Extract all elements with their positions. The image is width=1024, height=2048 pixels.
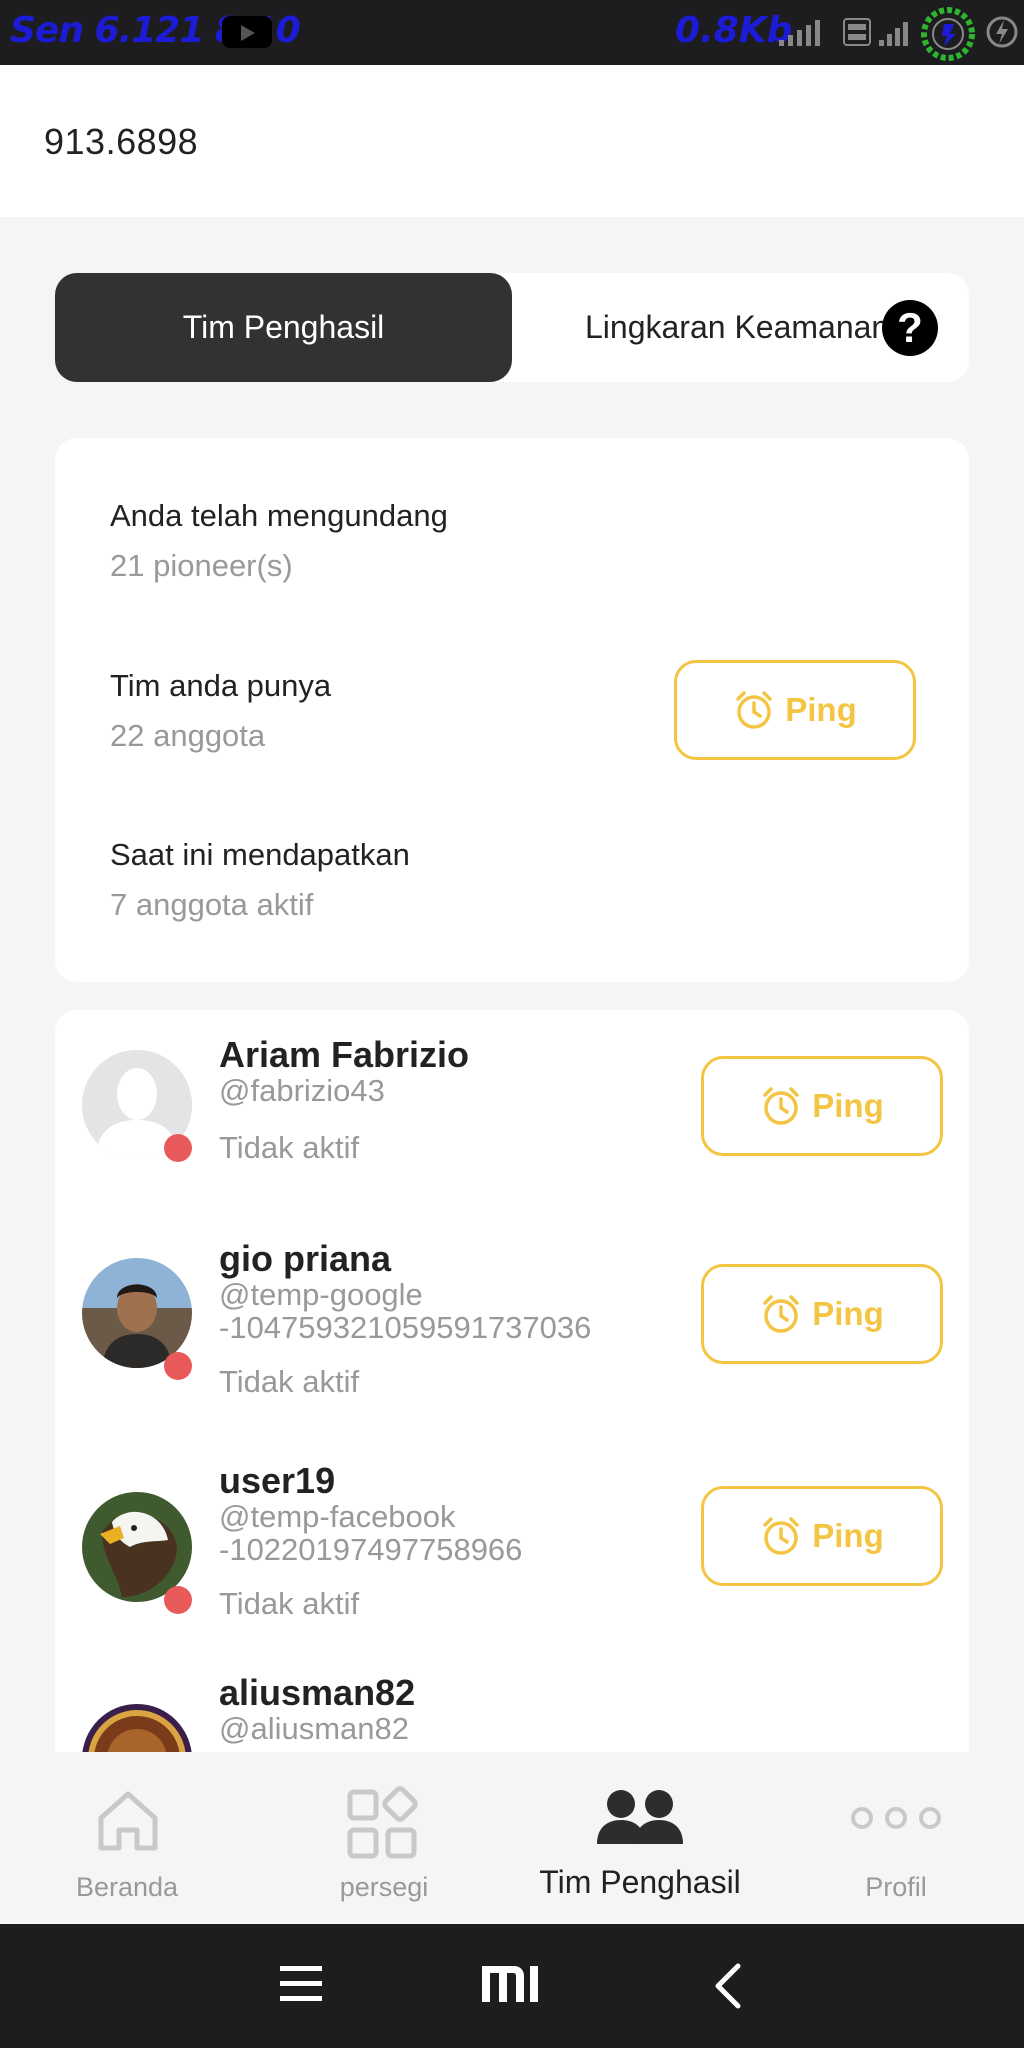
member-handle: @temp-google -104759321059591737036 (219, 1277, 592, 1345)
alarm-clock-icon (760, 1515, 802, 1557)
avatar (82, 1704, 192, 1752)
more-dots-icon (848, 1804, 944, 1837)
header: 913.6898 (0, 65, 1024, 217)
ping-button[interactable]: Ping (701, 1264, 943, 1364)
member-list: Ariam Fabrizio @fabrizio43 Tidak aktif P… (55, 1010, 969, 1752)
screen: Sen 6.121 8.10 0.8Kb 913.6898 Tim Pengha… (0, 0, 1024, 2048)
inactive-status-dot (164, 1352, 192, 1380)
balance-value: 913.6898 (44, 121, 199, 162)
list-item[interactable]: user19 @temp-facebook -10220197497758966… (55, 1440, 969, 1662)
member-name: Ariam Fabrizio (219, 1034, 470, 1075)
member-handle: @temp-facebook -10220197497758966 (219, 1499, 523, 1567)
team-icon (595, 1788, 685, 1853)
system-nav-bar (0, 1924, 1024, 2048)
youtube-icon (222, 16, 272, 48)
segment-tabs: Tim Penghasil Lingkaran Keamanan ? (55, 273, 969, 382)
stat-active: Saat ini mendapatkan 7 anggota aktif (110, 837, 410, 923)
nav-beranda[interactable]: Beranda (0, 1752, 256, 1924)
alarm-clock-icon (760, 1085, 802, 1127)
tab-tim-penghasil[interactable]: Tim Penghasil (55, 273, 512, 382)
signal-icon-2 (877, 18, 917, 48)
list-item[interactable]: gio priana @temp-google -104759321059591… (55, 1220, 969, 1440)
stat-team: Tim anda punya 22 anggota (110, 668, 331, 754)
list-item[interactable]: aliusman82 @aliusman82 (55, 1662, 969, 1752)
team-stats-card: Anda telah mengundang 21 pioneer(s) Tim … (55, 438, 969, 982)
member-status: Tidak aktif (219, 1130, 360, 1165)
grid-icon (346, 1786, 422, 1867)
volte-icon (843, 18, 871, 46)
ping-all-button[interactable]: Ping (674, 660, 916, 760)
nav-tim-penghasil[interactable]: Tim Penghasil (512, 1752, 768, 1924)
back-icon[interactable] (712, 1962, 742, 2015)
member-handle: @fabrizio43 (219, 1073, 385, 1108)
stat-invited-value: 21 pioneer(s) (110, 548, 293, 583)
alarm-clock-icon (760, 1293, 802, 1335)
ping-label: Ping (812, 1517, 884, 1554)
stat-team-value: 22 anggota (110, 718, 266, 753)
nav-beranda-label: Beranda (75, 1872, 179, 1902)
emblem-photo (82, 1704, 192, 1752)
ping-label: Ping (812, 1087, 884, 1124)
member-name: user19 (219, 1460, 336, 1501)
nav-tim-penghasil-label: Tim Penghasil (539, 1864, 741, 1900)
ping-button[interactable]: Ping (701, 1486, 943, 1586)
list-item[interactable]: Ariam Fabrizio @fabrizio43 Tidak aktif P… (55, 1010, 969, 1220)
menu-icon[interactable] (278, 1962, 324, 2011)
nav-profil[interactable]: Profil (768, 1752, 1024, 1924)
stat-invited: Anda telah mengundang 21 pioneer(s) (110, 498, 448, 584)
tab-lingkaran-keamanan[interactable]: Lingkaran Keamanan (585, 273, 889, 382)
ping-label: Ping (812, 1295, 884, 1332)
stat-invited-label: Anda telah mengundang (110, 498, 448, 533)
home-mi-icon[interactable] (480, 1964, 542, 2009)
stat-active-value: 7 anggota aktif (110, 887, 314, 922)
signal-icon (775, 18, 831, 48)
member-name: gio priana (219, 1238, 392, 1279)
status-bar: Sen 6.121 8.10 0.8Kb (0, 0, 1024, 65)
member-name: aliusman82 (219, 1672, 416, 1713)
nav-profil-label: Profil (865, 1872, 927, 1902)
charging-icon (985, 12, 1019, 57)
inactive-status-dot (164, 1134, 192, 1162)
member-status: Tidak aktif (219, 1364, 360, 1399)
nav-persegi-label: persegi (339, 1872, 429, 1902)
ping-button[interactable]: Ping (701, 1056, 943, 1156)
stat-active-label: Saat ini mendapatkan (110, 837, 410, 872)
help-icon[interactable]: ? (882, 300, 938, 356)
nav-persegi[interactable]: persegi (256, 1752, 512, 1924)
bottom-nav: Beranda persegi Tim Penghasil Profil (0, 1752, 1024, 1924)
inactive-status-dot (164, 1586, 192, 1614)
alarm-clock-icon (733, 689, 775, 731)
ping-all-label: Ping (785, 691, 857, 728)
member-handle: @aliusman82 (219, 1711, 410, 1746)
member-status: Tidak aktif (219, 1586, 360, 1621)
home-icon (93, 1786, 163, 1861)
battery-icon (920, 6, 976, 67)
stat-team-label: Tim anda punya (110, 668, 332, 703)
